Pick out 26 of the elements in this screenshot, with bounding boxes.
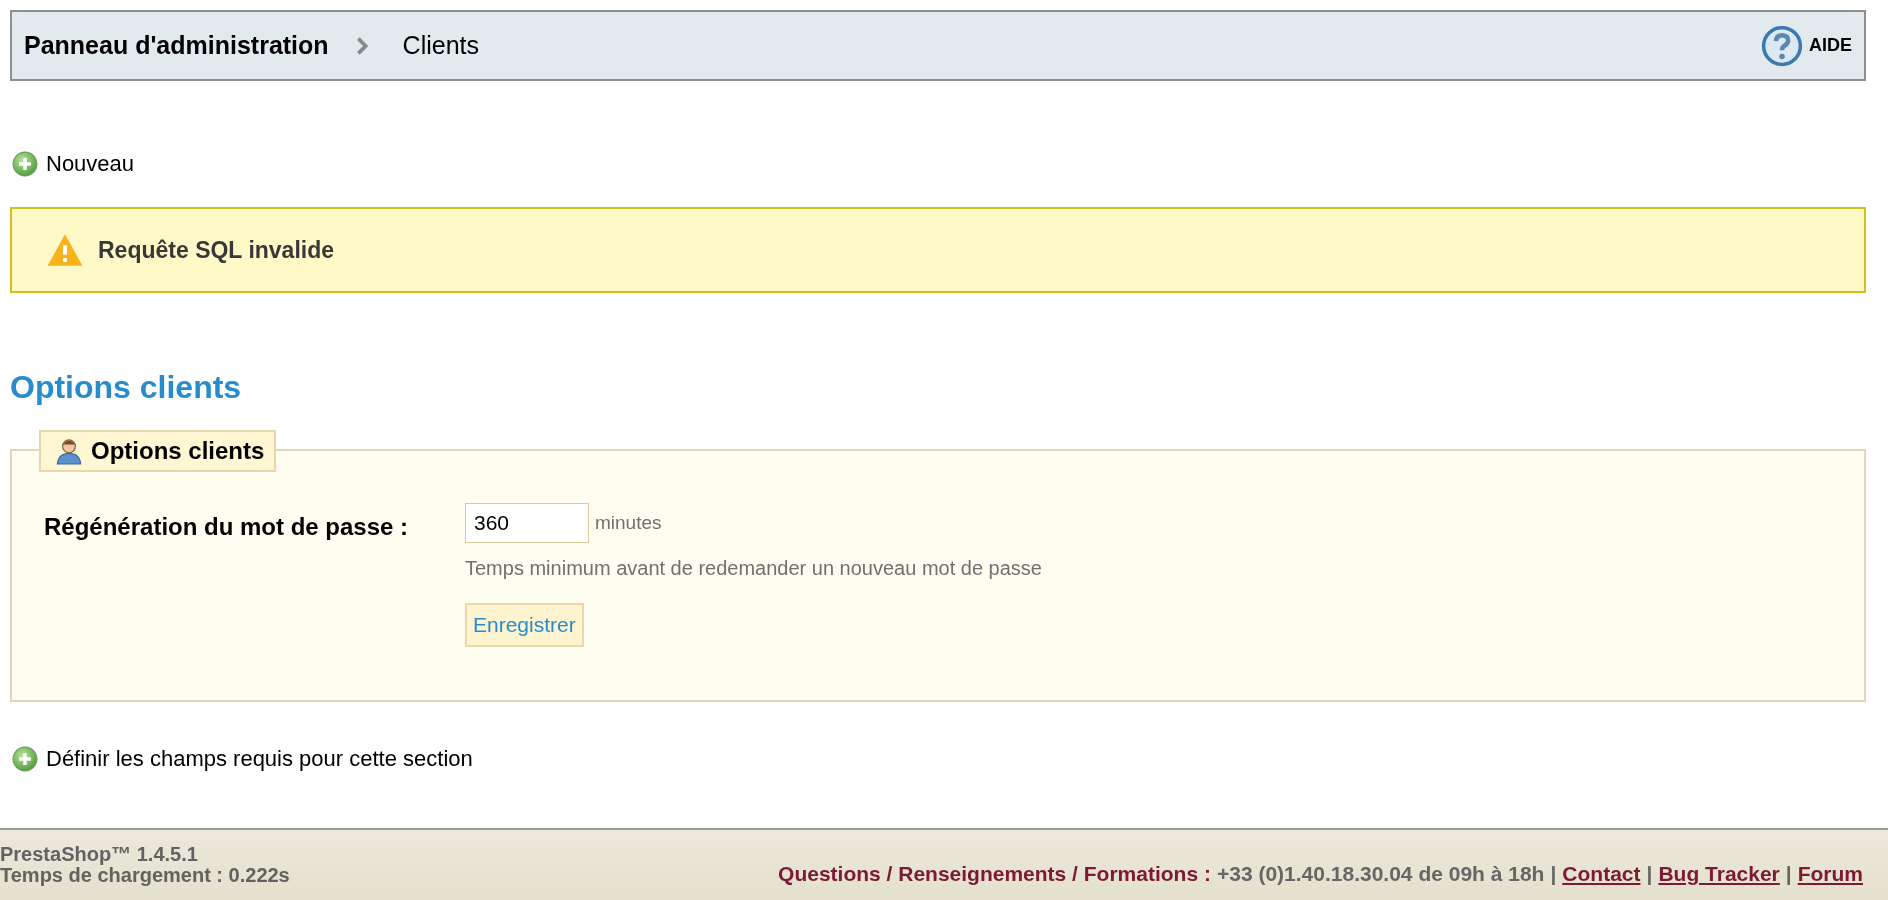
- footer-link[interactable]: Bug Tracker: [1658, 862, 1780, 886]
- person-icon: [55, 437, 83, 465]
- legend-title: Options clients: [91, 437, 265, 465]
- required-fields-link[interactable]: Définir les champs requis pour cette section: [12, 746, 473, 772]
- plus-icon: [12, 151, 38, 177]
- help-link[interactable]: AIDE: [1761, 24, 1852, 67]
- contact-info: +33 (0)1.40.18.30.04 de 09h à 18h: [1216, 862, 1545, 886]
- help-icon: [1761, 24, 1803, 67]
- contact-label: Questions / Renseignements / Formations :: [778, 862, 1211, 886]
- breadcrumb-link[interactable]: Panneau d'administration: [24, 31, 329, 60]
- field-hint: Temps minimum avant de redemander un nouveau mot de passe: [465, 557, 1042, 580]
- version-text: PrestaShop™ 1.4.5.1: [0, 844, 199, 865]
- footer-link[interactable]: Contact: [1562, 862, 1641, 886]
- load-time-text: Temps de chargement : 0.222s: [0, 865, 290, 886]
- password-regeneration-field[interactable]: 360: [465, 503, 589, 543]
- alert-message: Requête SQL invalide: [98, 236, 335, 264]
- section-title: Options clients: [10, 369, 243, 406]
- breadcrumb-link[interactable]: Clients: [402, 31, 480, 60]
- plus-icon: [12, 746, 38, 772]
- unit-label: minutes: [595, 512, 662, 534]
- footer-link[interactable]: Forum: [1797, 862, 1863, 886]
- field-label: Régénération du mot de passe :: [44, 512, 410, 542]
- separator-text: |: [1646, 862, 1653, 886]
- separator-text: |: [1550, 862, 1557, 886]
- separator-text: |: [1785, 862, 1792, 886]
- new-link[interactable]: Nouveau: [12, 151, 135, 177]
